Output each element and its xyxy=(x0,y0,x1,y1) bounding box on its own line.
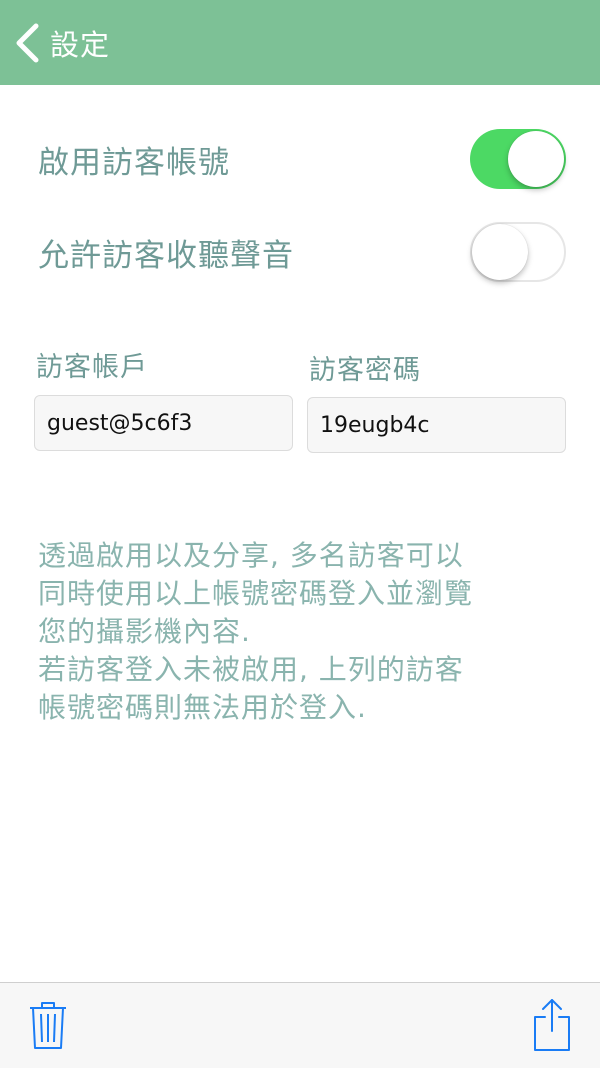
allow-audio-label: 允許訪客收聽聲音 xyxy=(38,237,294,274)
share-icon xyxy=(534,999,570,1051)
bottom-toolbar xyxy=(0,982,600,1068)
page-title: 設定 xyxy=(50,27,111,62)
app-screen: 設定 啟用訪客帳號 允許訪客收聽聲音 訪客帳戶 訪客密碼 guest@5c6f3… xyxy=(0,0,600,1068)
allow-audio-row: 允許訪客收聽聲音 xyxy=(0,217,600,287)
description-line: 您的攝影機內容. xyxy=(38,615,251,648)
enable-guest-toggle[interactable] xyxy=(470,129,566,189)
toggle-knob xyxy=(472,224,528,280)
enable-guest-label: 啟用訪客帳號 xyxy=(38,144,230,181)
enable-guest-row: 啟用訪客帳號 xyxy=(0,124,600,194)
back-button[interactable]: 設定 xyxy=(0,0,120,85)
guest-password-label: 訪客密碼 xyxy=(309,355,421,386)
guest-description: 透過啟用以及分享, 多名訪客可以 同時使用以上帳號密碼登入並瀏覽 您的攝影機內容… xyxy=(38,537,578,727)
guest-password-field[interactable]: 19eugb4c xyxy=(307,397,566,453)
description-line: 同時使用以上帳號密碼登入並瀏覽 xyxy=(38,577,474,610)
delete-button[interactable] xyxy=(28,1001,68,1051)
description-line: 若訪客登入未被啟用, 上列的訪客 xyxy=(38,653,464,686)
description-line: 帳號密碼則無法用於登入. xyxy=(38,691,367,724)
navigation-bar: 設定 xyxy=(0,0,600,85)
guest-account-label: 訪客帳戶 xyxy=(36,352,148,383)
description-line: 透過啟用以及分享, 多名訪客可以 xyxy=(38,539,464,572)
share-button[interactable] xyxy=(530,997,574,1053)
chevron-left-icon xyxy=(16,23,39,62)
allow-audio-toggle[interactable] xyxy=(470,222,566,282)
toggle-knob xyxy=(508,131,564,187)
trash-icon xyxy=(30,1002,66,1049)
guest-account-field[interactable]: guest@5c6f3 xyxy=(34,395,293,451)
